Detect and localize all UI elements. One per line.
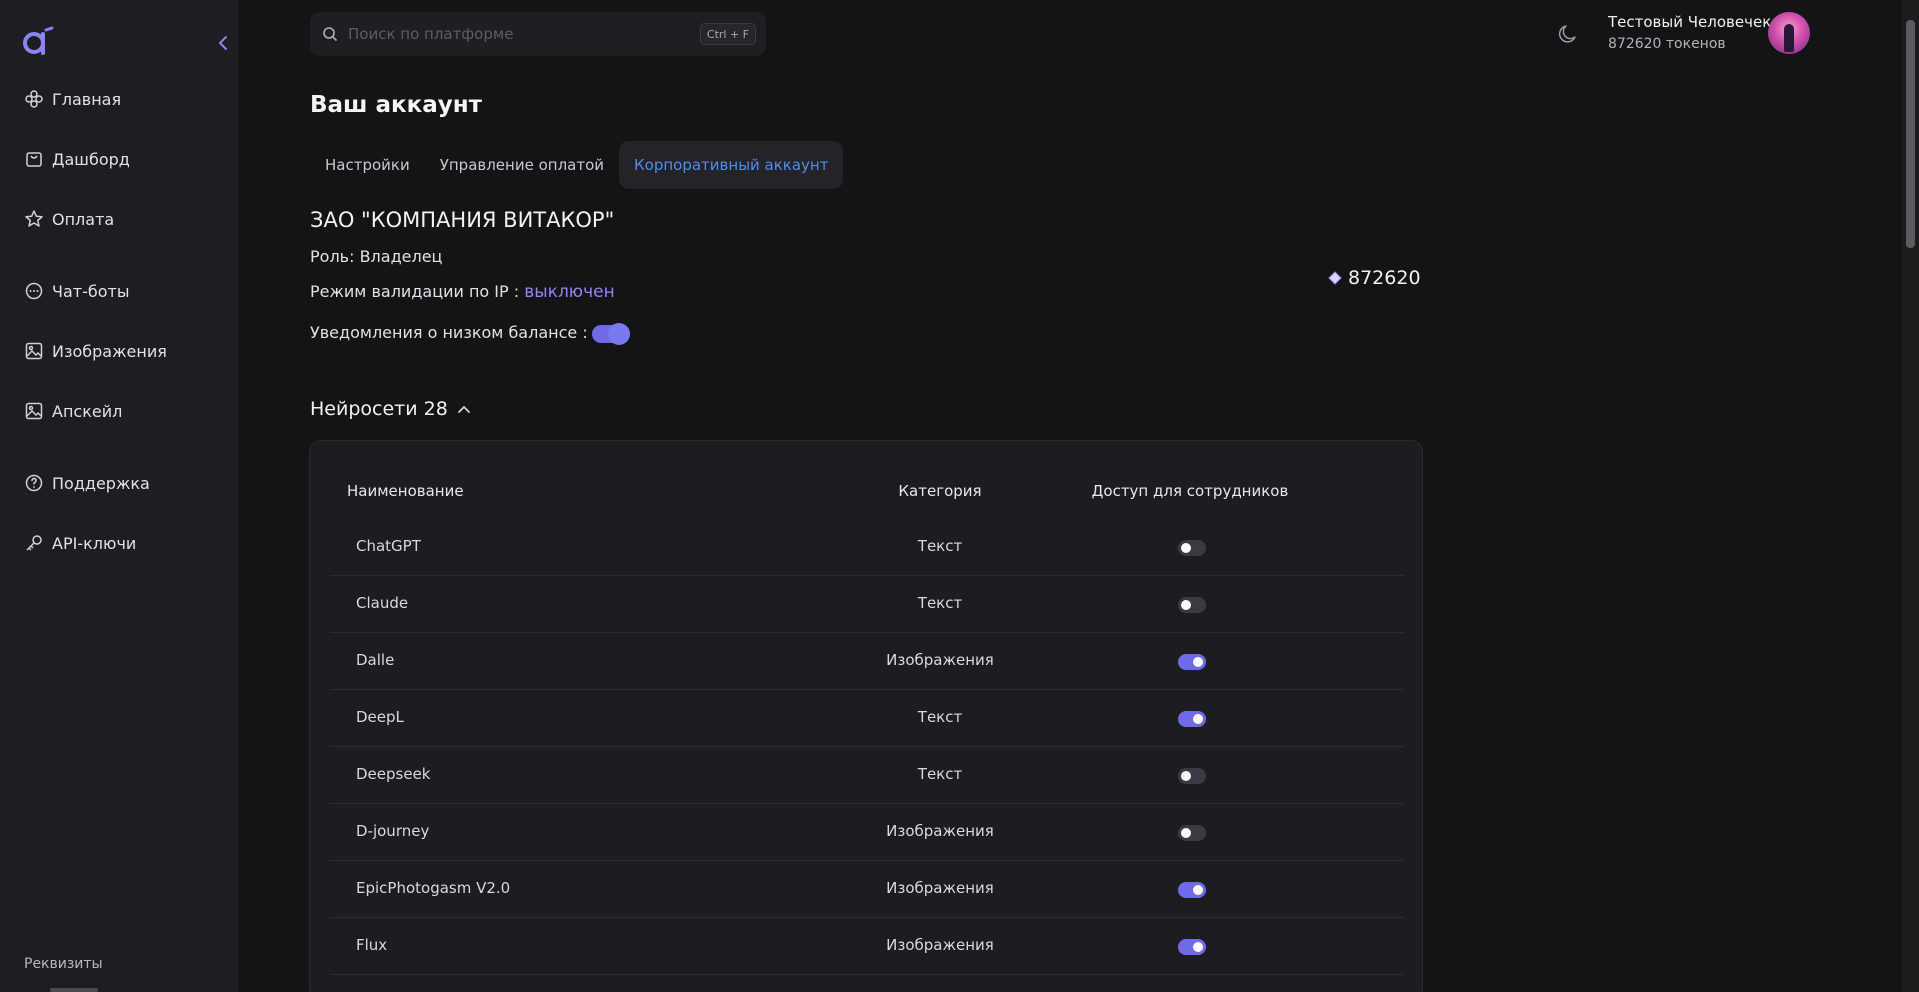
table-row: Dalle Изображения [330, 633, 1404, 690]
table-row: Deepseek Текст [330, 747, 1404, 804]
model-category: Текст [917, 708, 963, 726]
table-row: Flux Изображения [330, 918, 1404, 975]
sidebar-item-label: Чат-боты [52, 281, 130, 301]
model-category: Текст [917, 594, 963, 612]
table-row: DeepL Текст [330, 690, 1404, 747]
ip-validation-toggle-link[interactable]: выключен [524, 282, 615, 302]
sidebar-item-home[interactable]: Главная [24, 84, 121, 114]
moon-icon[interactable] [1556, 22, 1580, 46]
access-toggle[interactable] [1178, 711, 1206, 727]
search-shortcut-badge: Ctrl + F [699, 23, 756, 45]
tab-settings[interactable]: Настройки [310, 141, 425, 189]
model-name: Deepseek [356, 765, 431, 783]
search-icon [323, 27, 338, 42]
column-header-category: Категория [898, 482, 982, 500]
models-section-toggle[interactable]: Нейросети 28 [310, 398, 472, 420]
logo-icon[interactable] [22, 26, 54, 56]
table-row: EpicPhotogasm V2.0 Изображения [330, 861, 1404, 918]
company-name: ЗАО "КОМПАНИЯ ВИТАКОР" [310, 208, 615, 232]
sidebar-item-label: Дашборд [52, 149, 130, 169]
account-tabs: Настройки Управление оплатой Корпоративн… [310, 141, 844, 189]
sidebar-item-label: Апскейл [52, 401, 123, 421]
access-toggle[interactable] [1178, 654, 1206, 670]
sidebar-item-chatbots[interactable]: Чат-боты [24, 276, 129, 306]
models-section-title: Нейросети 28 [310, 398, 448, 420]
model-category: Изображения [886, 822, 994, 840]
access-toggle[interactable] [1178, 882, 1206, 898]
model-category: Изображения [886, 651, 994, 669]
sidebar-item-dashboard[interactable]: Дашборд [24, 144, 130, 174]
model-category: Изображения [886, 936, 994, 954]
collapse-sidebar-icon[interactable] [216, 34, 230, 52]
sidebar-item-api-keys[interactable]: API-ключи [24, 528, 136, 558]
dashboard-icon [26, 152, 42, 167]
scrollbar-thumb[interactable] [1906, 20, 1915, 248]
user-name[interactable]: Тестовый Человечек [1608, 13, 1771, 31]
model-name: ChatGPT [356, 537, 421, 555]
chevron-up-icon [457, 406, 470, 413]
requisites-link[interactable]: Реквизиты [24, 956, 103, 972]
sidebar-item-upscale[interactable]: Апскейл [24, 396, 122, 426]
access-toggle[interactable] [1178, 825, 1206, 841]
page-title: Ваш аккаунт [310, 92, 482, 118]
sidebar-item-support[interactable]: Поддержка [24, 468, 150, 498]
model-name: Flux [356, 936, 388, 954]
page-scrollbar[interactable] [1902, 0, 1919, 992]
balance-display: 872620 [1328, 267, 1421, 289]
search-bar[interactable]: Ctrl + F [310, 12, 766, 56]
model-name: D-journey [356, 822, 430, 840]
ip-validation-row: Режим валидации по IP : выключен [310, 282, 615, 302]
model-name: Dalle [356, 651, 395, 669]
models-table: Наименование Категория Доступ для сотруд… [309, 440, 1423, 992]
column-header-access: Доступ для сотрудников [1091, 482, 1289, 500]
model-category: Изображения [886, 879, 994, 897]
access-toggle[interactable] [1178, 540, 1206, 556]
low-balance-label: Уведомления о низком балансе : [310, 323, 588, 342]
access-toggle[interactable] [1178, 597, 1206, 613]
sidebar: Главная Дашборд Оплата Чат-боты Изображе… [0, 0, 238, 992]
table-row: ChatGPT Текст [330, 519, 1404, 576]
access-toggle[interactable] [1178, 768, 1206, 784]
sidebar-item-images[interactable]: Изображения [24, 336, 167, 366]
table-row: D-journey Изображения [330, 804, 1404, 861]
column-header-name: Наименование [347, 482, 464, 500]
help-icon [25, 474, 43, 492]
user-tokens: 872620 токенов [1608, 36, 1726, 52]
ip-validation-label: Режим валидации по IP : [310, 282, 520, 301]
sidebar-item-label: Поддержка [52, 473, 150, 493]
key-icon [26, 535, 42, 551]
model-name: EpicPhotogasm V2.0 [356, 879, 511, 897]
star-icon [25, 210, 43, 227]
sidebar-scroll-indicator [50, 988, 98, 992]
chat-icon [25, 282, 43, 300]
role-text: Роль: Владелец [310, 247, 443, 266]
access-toggle[interactable] [1178, 939, 1206, 955]
upscale-icon [25, 402, 43, 420]
balance-value: 872620 [1348, 267, 1421, 289]
image-icon [25, 342, 43, 360]
model-name: Claude [356, 594, 409, 612]
model-category: Текст [917, 537, 963, 555]
low-balance-toggle[interactable] [592, 323, 630, 345]
sidebar-item-label: Оплата [52, 209, 115, 229]
sidebar-item-label: Главная [52, 89, 122, 109]
diamond-icon [1328, 271, 1342, 285]
model-category: Текст [917, 765, 963, 783]
home-icon [25, 90, 43, 108]
tab-payment-management[interactable]: Управление оплатой [425, 141, 619, 189]
avatar-figure [1784, 24, 1794, 52]
sidebar-item-label: API-ключи [52, 533, 137, 553]
tab-corporate-account[interactable]: Корпоративный аккаунт [619, 141, 844, 189]
avatar[interactable] [1768, 12, 1810, 54]
sidebar-item-payment[interactable]: Оплата [24, 204, 114, 234]
search-input[interactable] [348, 22, 668, 46]
model-name: DeepL [356, 708, 404, 726]
table-row: Claude Текст [330, 576, 1404, 633]
sidebar-item-label: Изображения [52, 341, 167, 361]
